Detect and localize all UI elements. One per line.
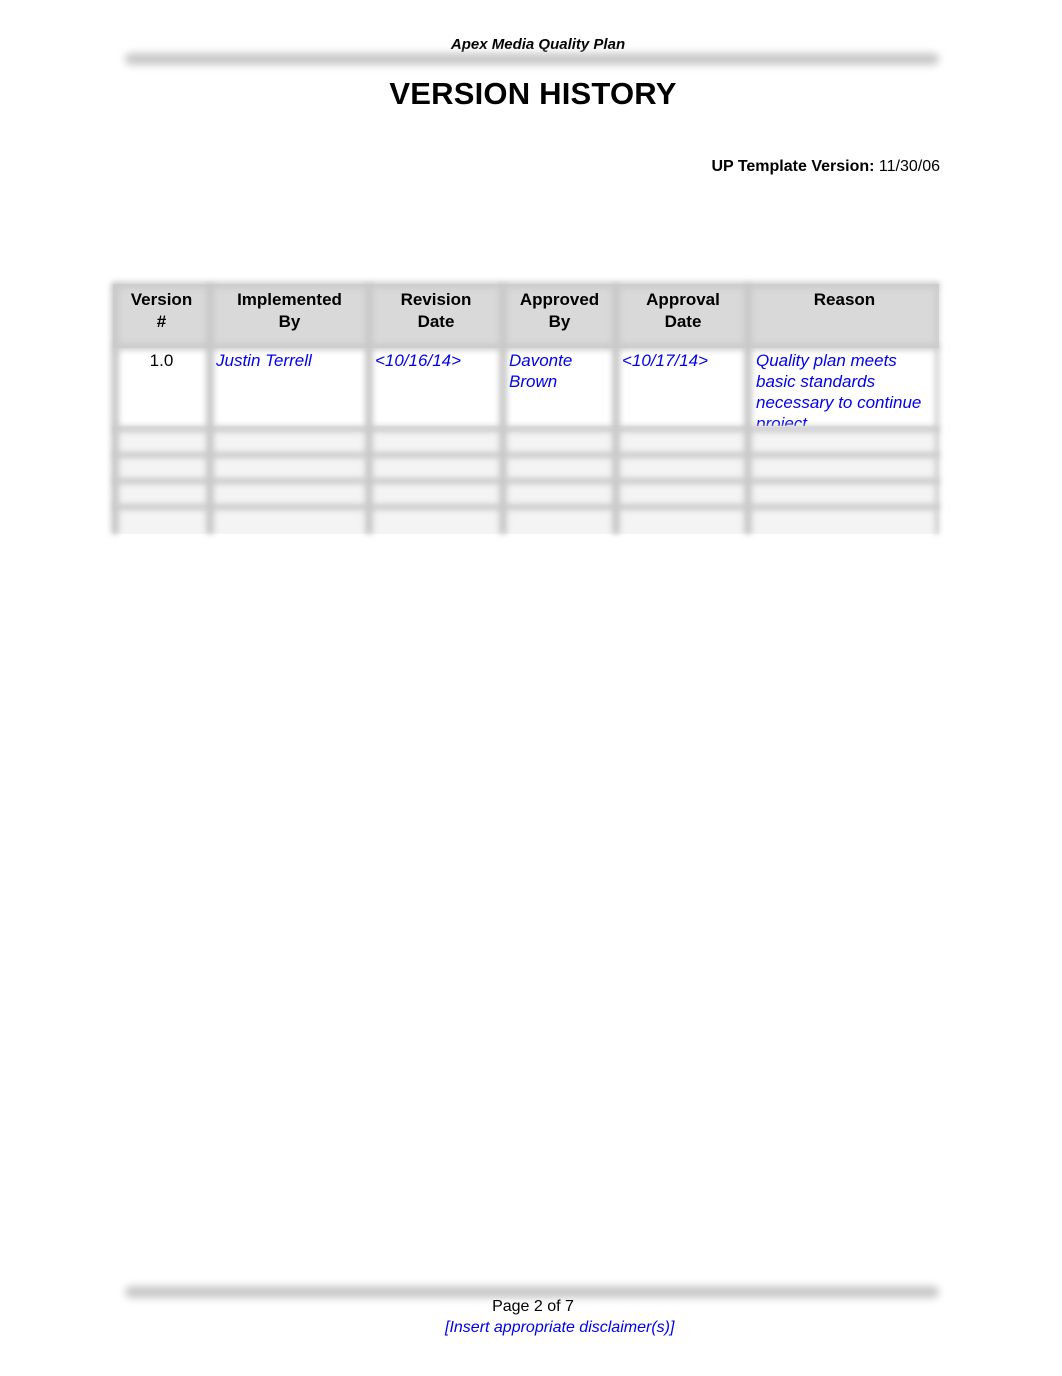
table-cell-empty[interactable] (750, 453, 939, 480)
table-cell-empty[interactable] (369, 480, 503, 507)
table-cell-empty[interactable] (503, 507, 616, 534)
table-header-row: Version # Implemented By Revision Date A… (113, 284, 939, 348)
cell-version[interactable]: 1.0 (113, 348, 210, 426)
table-cell-empty[interactable] (503, 426, 616, 453)
cell-reason[interactable]: Quality plan meets basic standards neces… (750, 348, 939, 433)
table-cell-empty[interactable] (210, 426, 369, 453)
page-title: VERSION HISTORY (389, 76, 677, 111)
column-header-version: Version # (113, 284, 210, 348)
column-header-line: Date (664, 312, 702, 331)
column-header-line: Reason (813, 290, 876, 309)
version-history-table: Version # Implemented By Revision Date A… (111, 282, 939, 534)
table-cell-empty[interactable] (113, 426, 210, 453)
table-cell-empty[interactable] (503, 453, 616, 480)
table-row-empty (113, 480, 939, 507)
table-cell-empty[interactable] (750, 426, 939, 453)
template-version-label: UP Template Version: (711, 158, 875, 175)
cell-approval-date[interactable]: <10/17/14> (616, 348, 750, 426)
header-divider (125, 53, 939, 65)
table-cell-empty[interactable] (369, 453, 503, 480)
table-cell-empty[interactable] (113, 507, 210, 534)
table-cell-empty[interactable] (113, 480, 210, 507)
column-header-line: Approval (646, 290, 720, 309)
column-header-line: # (156, 312, 167, 331)
empty-rows (113, 426, 939, 534)
column-header-line: By (278, 312, 301, 331)
table-cell-empty[interactable] (210, 507, 369, 534)
table-row-empty (113, 426, 939, 453)
column-header-reason: Reason (750, 284, 939, 348)
template-version-value: 11/30/06 (878, 158, 940, 175)
column-header-approval-date: Approval Date (616, 284, 750, 348)
cell-implemented-by[interactable]: Justin Terrell (210, 348, 369, 426)
page-number: Page 2 of 7 (492, 1298, 574, 1315)
table-cell-empty[interactable] (503, 480, 616, 507)
column-header-line: Date (417, 312, 455, 331)
template-version: UP Template Version: 11/30/06 (711, 158, 940, 176)
table-cell-empty[interactable] (750, 480, 939, 507)
table-cell-empty[interactable] (210, 453, 369, 480)
cell-approved-by[interactable]: Davonte Brown (503, 348, 616, 426)
column-header-line: By (548, 312, 571, 331)
column-header-approved-by: Approved By (503, 284, 616, 348)
table-cell-empty[interactable] (369, 507, 503, 534)
footer-divider (125, 1286, 939, 1298)
column-header-implemented-by: Implemented By (210, 284, 369, 348)
table-row: 1.0 Justin Terrell <10/16/14> Davonte Br… (113, 348, 939, 433)
table-row-empty (113, 453, 939, 480)
disclaimer-placeholder[interactable]: [Insert appropriate disclaimer(s)] (445, 1319, 674, 1337)
document-header-title: Apex Media Quality Plan (450, 36, 626, 53)
table-cell-empty[interactable] (210, 480, 369, 507)
table-row-empty (113, 507, 939, 534)
table-cell-empty[interactable] (369, 426, 503, 453)
column-header-line: Implemented (237, 290, 342, 309)
table-cell-empty[interactable] (616, 426, 750, 453)
column-header-line: Approved (519, 290, 600, 309)
table-cell-empty[interactable] (616, 453, 750, 480)
column-header-line: Revision (400, 290, 472, 309)
cell-revision-date[interactable]: <10/16/14> (369, 348, 503, 426)
column-header-revision-date: Revision Date (369, 284, 503, 348)
column-header-line: Version (130, 290, 193, 309)
table-cell-empty[interactable] (616, 507, 750, 534)
table-cell-empty[interactable] (113, 453, 210, 480)
table-cell-empty[interactable] (616, 480, 750, 507)
table-cell-empty[interactable] (750, 507, 939, 534)
